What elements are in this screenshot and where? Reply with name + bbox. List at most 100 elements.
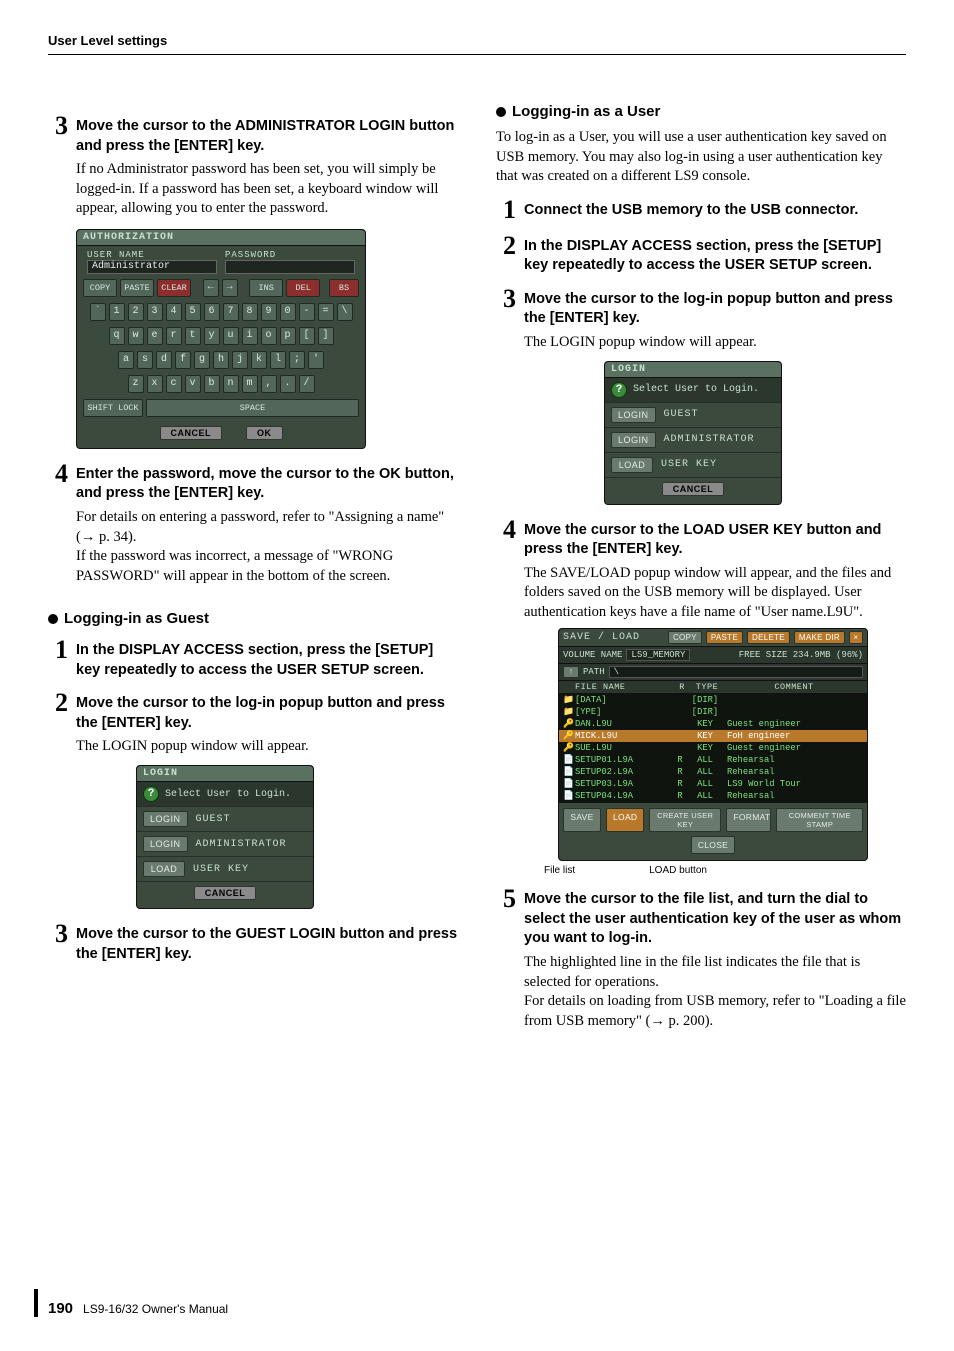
load-button[interactable]: LOAD (143, 861, 185, 877)
space-button[interactable]: SPACE (146, 399, 359, 417)
login-row: LOADUSER KEY (137, 857, 313, 882)
kb-key[interactable]: [ (299, 327, 315, 345)
login-button[interactable]: LOGIN (143, 811, 188, 827)
step-heading: Move the cursor to the file list, and tu… (524, 890, 906, 949)
file-row[interactable]: 📁[DATA][DIR] (559, 694, 867, 706)
kb-key[interactable]: 4 (166, 303, 182, 321)
paste-button[interactable]: PASTE (120, 279, 154, 297)
kb-key[interactable]: ] (318, 327, 334, 345)
username-field[interactable]: Administrator (87, 260, 217, 274)
kb-key[interactable]: ` (90, 303, 106, 321)
step-heading: Move the cursor to the log-in popup butt… (524, 290, 906, 329)
cancel-button[interactable]: CANCEL (194, 886, 257, 900)
kb-key[interactable]: 8 (242, 303, 258, 321)
up-dir-button[interactable]: ↑ (563, 666, 579, 678)
kb-key[interactable]: n (223, 375, 239, 393)
kb-key[interactable]: \ (337, 303, 353, 321)
kb-key[interactable]: 0 (280, 303, 296, 321)
kb-key[interactable]: s (137, 351, 153, 369)
kb-key[interactable]: - (299, 303, 315, 321)
paste-button[interactable]: PASTE (706, 631, 743, 644)
shift-lock-button[interactable]: SHIFT LOCK (83, 399, 143, 417)
right-column: Logging-in as a User To log-in as a User… (496, 103, 906, 1031)
kb-key[interactable]: 3 (147, 303, 163, 321)
delete-button[interactable]: DELETE (747, 631, 790, 644)
volume-label: VOLUME NAME (563, 650, 622, 660)
close-button[interactable]: CLOSE (691, 836, 735, 854)
kb-key[interactable]: 6 (204, 303, 220, 321)
file-row[interactable]: 🔑SUE.L9UKEYGuest engineer (559, 742, 867, 754)
file-row[interactable]: 🔑DAN.L9UKEYGuest engineer (559, 718, 867, 730)
login-button[interactable]: LOGIN (143, 836, 188, 852)
clear-button[interactable]: CLEAR (157, 279, 191, 297)
load-button[interactable]: LOAD (606, 808, 644, 832)
comment-timestamp-button[interactable]: COMMENT TIME STAMP (776, 808, 863, 832)
make-dir-button[interactable]: MAKE DIR (794, 631, 845, 644)
kb-key[interactable]: / (299, 375, 315, 393)
kb-key[interactable]: = (318, 303, 334, 321)
kb-key[interactable]: f (175, 351, 191, 369)
password-field[interactable] (225, 260, 355, 274)
kb-key[interactable]: i (242, 327, 258, 345)
kb-key[interactable]: x (147, 375, 163, 393)
save-button[interactable]: SAVE (563, 808, 601, 832)
format-button[interactable]: FORMAT (726, 808, 771, 832)
file-row[interactable]: 🔑MICK.L9UKEYFoH engineer (559, 730, 867, 742)
file-name: SETUP04.L9A (575, 790, 673, 802)
kb-key[interactable]: l (270, 351, 286, 369)
kb-key[interactable]: 5 (185, 303, 201, 321)
kb-key[interactable]: k (251, 351, 267, 369)
kb-key[interactable]: ; (289, 351, 305, 369)
ins-button[interactable]: INS (249, 279, 283, 297)
cursor-left-button[interactable]: ← (203, 279, 219, 297)
kb-key[interactable]: , (261, 375, 277, 393)
kb-key[interactable]: g (194, 351, 210, 369)
kb-key[interactable]: u (223, 327, 239, 345)
kb-key[interactable]: p (280, 327, 296, 345)
login-button[interactable]: LOGIN (611, 407, 656, 423)
cancel-button[interactable]: CANCEL (662, 482, 725, 496)
kb-key[interactable]: 9 (261, 303, 277, 321)
file-row[interactable]: 📄SETUP02.L9ARALLRehearsal (559, 766, 867, 778)
login-button[interactable]: LOGIN (611, 432, 656, 448)
kb-key[interactable]: h (213, 351, 229, 369)
del-button[interactable]: DEL (286, 279, 320, 297)
kb-key[interactable]: t (185, 327, 201, 345)
kb-key[interactable]: r (166, 327, 182, 345)
create-user-key-button[interactable]: CREATE USER KEY (649, 808, 721, 832)
ok-button[interactable]: OK (246, 426, 283, 440)
kb-key[interactable]: d (156, 351, 172, 369)
kb-key[interactable]: 2 (128, 303, 144, 321)
copy-button[interactable]: COPY (83, 279, 117, 297)
kb-key[interactable]: q (109, 327, 125, 345)
kb-key[interactable]: w (128, 327, 144, 345)
kb-key[interactable]: y (204, 327, 220, 345)
cursor-right-button[interactable]: → (222, 279, 238, 297)
file-row[interactable]: 📄SETUP04.L9ARALLRehearsal (559, 790, 867, 802)
kb-key[interactable]: ' (308, 351, 324, 369)
cancel-button[interactable]: CANCEL (160, 426, 223, 440)
kb-key[interactable]: m (242, 375, 258, 393)
kb-key[interactable]: . (280, 375, 296, 393)
kb-key[interactable]: b (204, 375, 220, 393)
kb-key[interactable]: o (261, 327, 277, 345)
close-icon[interactable]: × (849, 631, 863, 644)
kb-key[interactable]: 7 (223, 303, 239, 321)
file-type: KEY (687, 742, 723, 754)
file-row[interactable]: 📄SETUP01.L9ARALLRehearsal (559, 754, 867, 766)
kb-key[interactable]: z (128, 375, 144, 393)
kb-key[interactable]: 1 (109, 303, 125, 321)
file-row[interactable]: 📁[YPE][DIR] (559, 706, 867, 718)
copy-button[interactable]: COPY (668, 631, 702, 644)
kb-key[interactable]: c (166, 375, 182, 393)
kb-key[interactable]: v (185, 375, 201, 393)
file-row[interactable]: 📄SETUP03.L9ARALLLS9 World Tour (559, 778, 867, 790)
bs-button[interactable]: BS (329, 279, 359, 297)
file-list[interactable]: 📁[DATA][DIR]📁[YPE][DIR]🔑DAN.L9UKEYGuest … (559, 694, 867, 803)
step-number: 1 (48, 637, 68, 663)
kb-key[interactable]: a (118, 351, 134, 369)
file-rw (673, 730, 687, 742)
load-button[interactable]: LOAD (611, 457, 653, 473)
kb-key[interactable]: j (232, 351, 248, 369)
kb-key[interactable]: e (147, 327, 163, 345)
